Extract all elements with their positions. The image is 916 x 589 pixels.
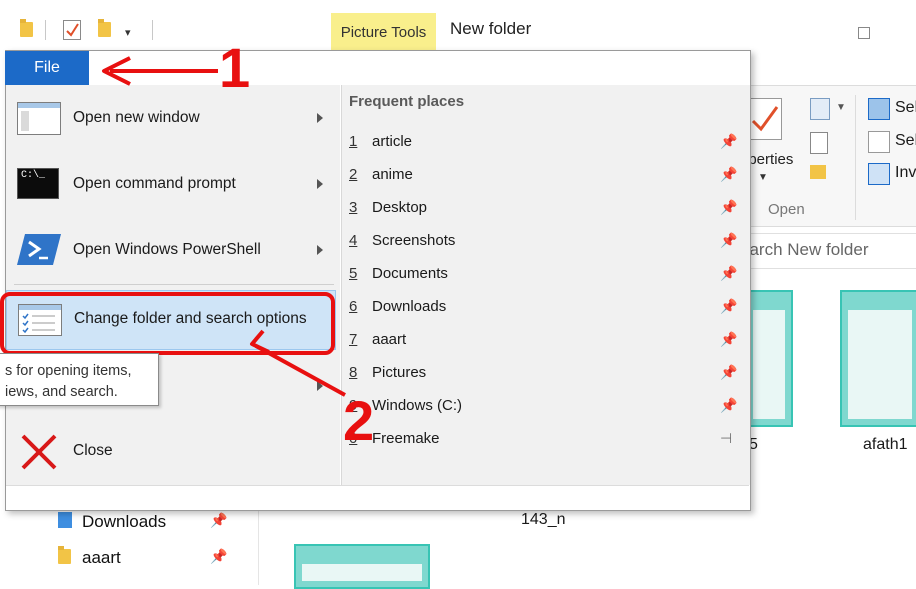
annotation-arrows bbox=[102, 56, 346, 397]
annotation-step-1: 1 bbox=[219, 36, 251, 99]
arrow-to-file-tab bbox=[102, 56, 218, 86]
annotation-step-2: 2 bbox=[343, 389, 375, 452]
arrow-to-change-options bbox=[250, 329, 346, 397]
